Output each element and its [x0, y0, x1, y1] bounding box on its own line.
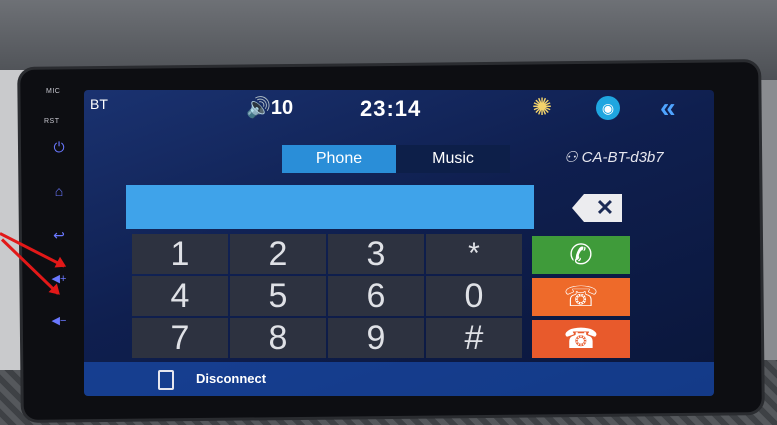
key-6[interactable]: 6 [328, 276, 424, 316]
hangup-icon: ☎ [563, 323, 599, 354]
status-bar: BT 🔊10 23:14 ✺ ◉ « [84, 90, 714, 128]
key-7[interactable]: 7 [132, 318, 228, 358]
bt-label: BT [90, 96, 108, 112]
key-1[interactable]: 1 [132, 234, 228, 274]
clock: 23:14 [360, 96, 422, 121]
backspace-button[interactable]: ✕ [572, 194, 622, 222]
double-chevron-left-icon[interactable]: « [660, 92, 676, 124]
key-4[interactable]: 4 [132, 276, 228, 316]
backspace-icon: ✕ [595, 195, 615, 220]
key-9[interactable]: 9 [328, 318, 424, 358]
key-star[interactable]: * [426, 234, 522, 274]
phone-icon: ✆ [569, 239, 593, 270]
back-icon[interactable]: ↩ [50, 226, 68, 244]
disconnect-button[interactable]: Disconnect [196, 371, 266, 386]
volume-down-icon[interactable]: ◀− [50, 312, 68, 330]
call-button[interactable]: ✆ [532, 236, 630, 274]
volume-indicator[interactable]: 🔊10 [246, 95, 293, 120]
device-name: CA-BT-d3b7 [581, 149, 664, 166]
bluetooth-device: ⚇ CA-BT-d3b7 [564, 148, 664, 166]
key-8[interactable]: 8 [230, 318, 326, 358]
key-0[interactable]: 0 [426, 276, 522, 316]
touch-screen: BT 🔊10 23:14 ✺ ◉ « Phone Music ⚇ CA-BT-d… [84, 90, 714, 396]
dial-number-display [126, 185, 534, 229]
volume-level: 10 [270, 97, 294, 119]
rst-label: RST [44, 118, 60, 125]
circle-app-icon[interactable]: ◉ [596, 96, 620, 120]
speaker-icon: 🔊 [246, 97, 271, 119]
tab-music[interactable]: Music [396, 145, 510, 173]
bluetooth-icon: ⚇ [564, 149, 578, 166]
phone-device-icon [158, 370, 174, 390]
mic-label: MIC [46, 88, 61, 95]
power-icon[interactable]: ⏻ [50, 138, 68, 156]
key-5[interactable]: 5 [230, 276, 326, 316]
home-icon[interactable]: ⌂ [50, 182, 68, 200]
mode-tabs: Phone Music [282, 145, 510, 173]
key-hash[interactable]: # [426, 318, 522, 358]
bottom-bar: Disconnect [84, 362, 714, 396]
transfer-button[interactable]: ☏ [532, 278, 630, 316]
key-2[interactable]: 2 [230, 234, 326, 274]
tab-phone[interactable]: Phone [282, 145, 396, 173]
side-button-panel: MIC RST ⏻ ⌂ ↩ ◀+ ◀− [30, 80, 90, 400]
sun-icon[interactable]: ✺ [530, 96, 554, 120]
key-3[interactable]: 3 [328, 234, 424, 274]
phone-transfer-icon: ☏ [563, 281, 599, 312]
hangup-button[interactable]: ☎ [532, 320, 630, 358]
